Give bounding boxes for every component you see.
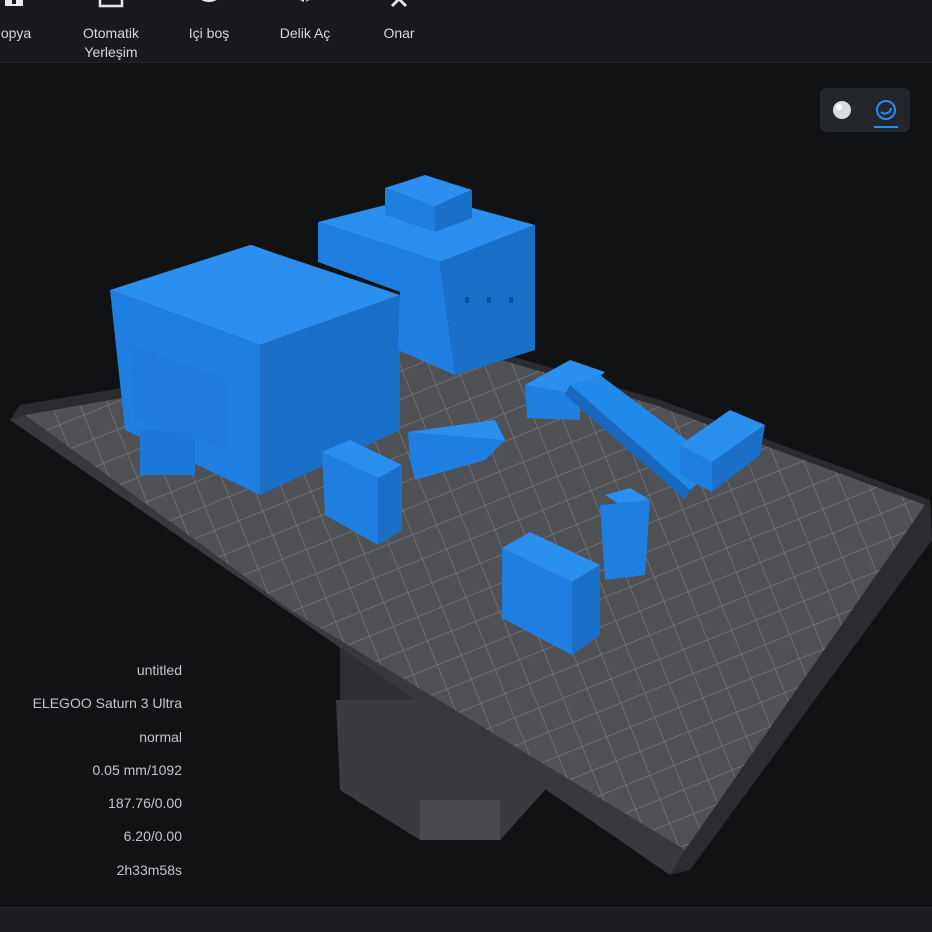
printer-name: ELEGOO Saturn 3 Ultra (32, 695, 182, 712)
print-time: 2h33m58s (116, 861, 182, 878)
hollow-icon (201, 0, 217, 2)
top-toolbar: opya Otomatik Yerleşim Içi boş Delik Aç … (0, 0, 932, 63)
print-profile: normal (139, 728, 182, 745)
hollow-label: Içi boş (188, 25, 230, 41)
copy-icon (5, 0, 23, 6)
bottom-bar (0, 907, 932, 932)
auto-layout-button[interactable]: Otomatik Yerleşim (72, 0, 150, 62)
punch-hole-label: Delik Aç (279, 25, 331, 41)
repair-button[interactable]: Onar (370, 0, 428, 62)
xray-view-button[interactable] (870, 94, 902, 128)
layer-info: 0.05 mm/1092 (92, 761, 183, 778)
view-mode-toggle (820, 88, 910, 132)
model-info-panel: untitled ELEGOO Saturn 3 Ultra normal 0.… (0, 658, 182, 891)
punch-hole-button[interactable]: Delik Aç (266, 0, 344, 62)
copy-button[interactable]: opya (0, 0, 36, 62)
xray-sphere-icon (876, 100, 896, 120)
volume-info: 187.76/0.00 (108, 795, 182, 812)
repair-label: Onar (383, 25, 415, 41)
repair-icon (391, 0, 407, 7)
auto-layout-icon (98, 0, 124, 8)
weight-info: 6.20/0.00 (123, 828, 182, 845)
file-name: untitled (136, 662, 182, 678)
hollow-button[interactable]: Içi boş (176, 0, 242, 62)
copy-label: opya (0, 25, 32, 41)
punch-hole-icon (300, 0, 310, 2)
auto-layout-label: Otomatik Yerleşim (82, 25, 139, 60)
solid-sphere-icon (833, 101, 851, 119)
solid-view-button[interactable] (826, 94, 858, 126)
